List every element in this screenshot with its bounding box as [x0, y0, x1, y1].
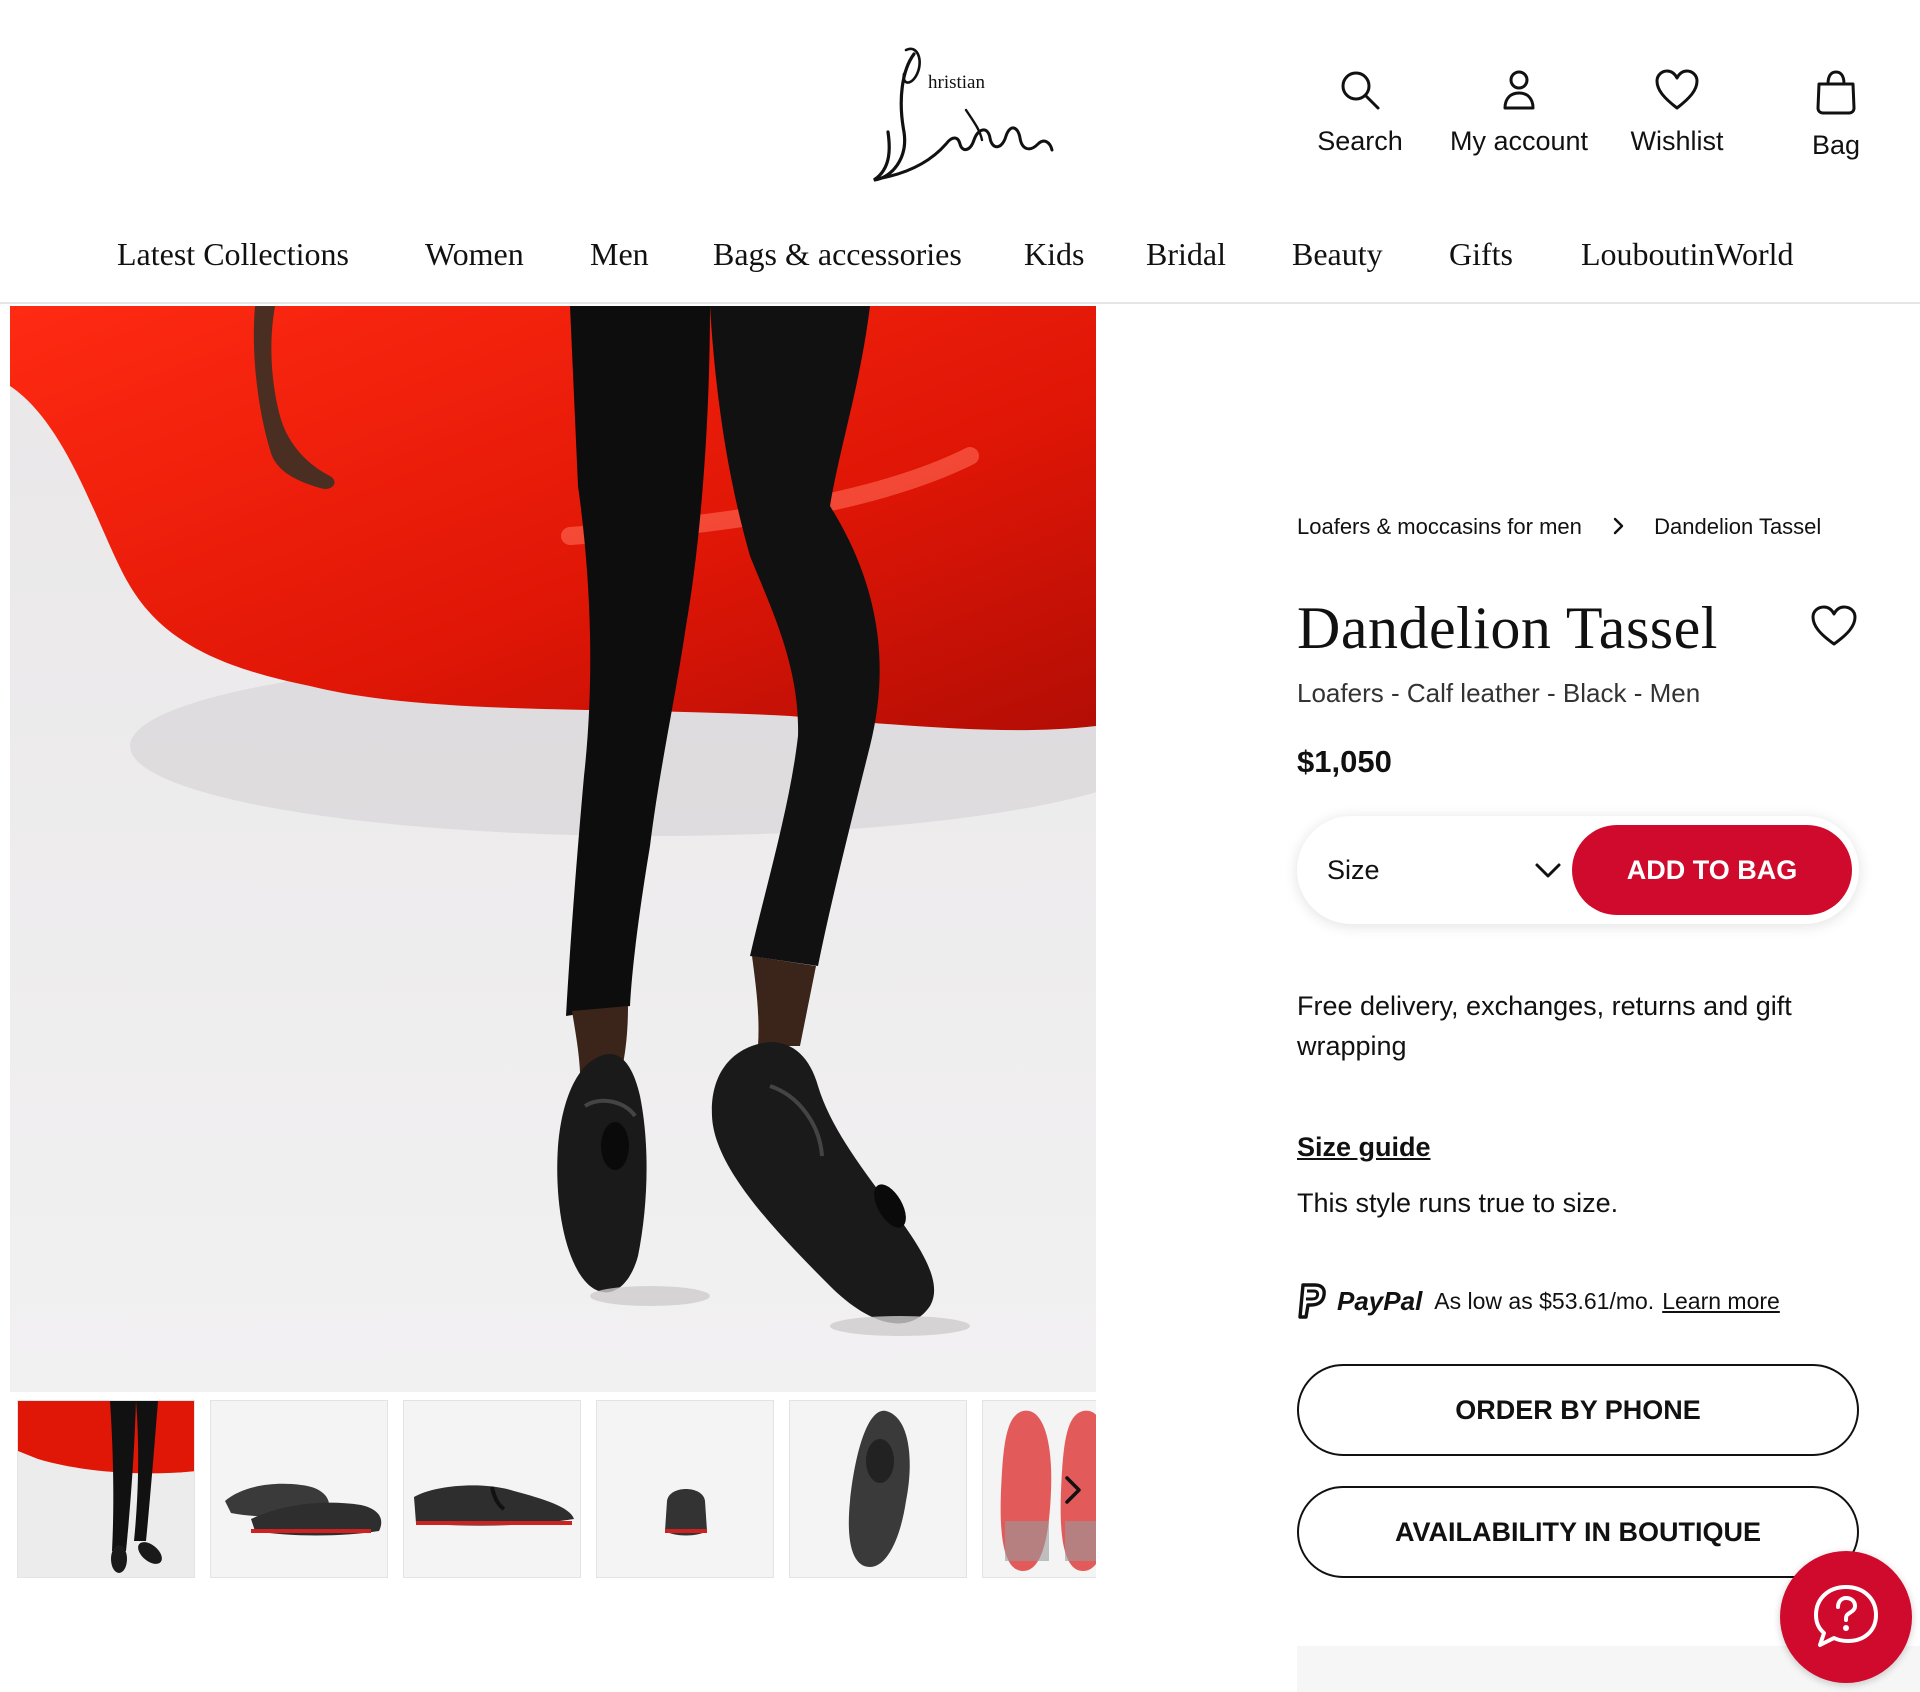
nav-item-men[interactable]: Men [590, 236, 649, 273]
paypal-brand: PayPal [1337, 1285, 1423, 1316]
nav-item-bags-accessories[interactable]: Bags & accessories [713, 236, 962, 273]
search-button[interactable]: Search [1275, 68, 1445, 157]
wishlist-button[interactable]: Wishlist [1592, 68, 1762, 157]
nav-item-louboutinworld[interactable]: LouboutinWorld [1581, 236, 1794, 273]
search-label: Search [1317, 126, 1403, 156]
nav-item-gifts[interactable]: Gifts [1449, 236, 1513, 273]
site-header: hristian Search My account Wishlist Bag … [0, 0, 1920, 304]
paypal-financing: PayPal As low as $53.61/mo. Learn more [1297, 1282, 1780, 1320]
nav-item-beauty[interactable]: Beauty [1292, 236, 1383, 273]
delivery-info: Free delivery, exchanges, returns and gi… [1297, 991, 1792, 1061]
nav-item-kids[interactable]: Kids [1024, 236, 1084, 273]
product-main-image[interactable] [10, 306, 1096, 1392]
my-account-button[interactable]: My account [1434, 68, 1604, 157]
main-navigation: Latest Collections Women Men Bags & acce… [0, 236, 1920, 276]
help-chat-button[interactable] [1780, 1551, 1912, 1683]
thumbnail-strip [10, 1400, 1096, 1580]
breadcrumb-current: Dandelion Tassel [1654, 514, 1822, 539]
thumbnail-2[interactable] [210, 1400, 388, 1578]
chevron-right-icon [1065, 1476, 1081, 1504]
breadcrumb: Loafers & moccasins for men Dandelion Ta… [1297, 514, 1821, 541]
product-title: Dandelion Tassel [1297, 595, 1718, 661]
breadcrumb-parent-link[interactable]: Loafers & moccasins for men [1297, 514, 1582, 539]
product-price: $1,050 [1297, 744, 1392, 779]
brand-logo[interactable]: hristian [862, 40, 1062, 190]
availability-in-boutique-button[interactable]: AVAILABILITY IN BOUTIQUE [1297, 1486, 1859, 1578]
add-to-bag-button[interactable]: ADD TO BAG [1572, 825, 1852, 915]
thumbnail-5[interactable] [789, 1400, 967, 1578]
paypal-logo: PayPal [1297, 1283, 1422, 1319]
bag-label: Bag [1811, 130, 1861, 160]
paypal-learn-more-link[interactable]: Learn more [1662, 1288, 1780, 1315]
purchase-bar: Size ADD TO BAG [1297, 816, 1859, 924]
fit-note: This style runs true to size. [1297, 1188, 1619, 1218]
order-by-phone-button[interactable]: ORDER BY PHONE [1297, 1364, 1859, 1456]
heart-icon [1811, 605, 1857, 646]
size-guide-link[interactable]: Size guide [1297, 1132, 1431, 1163]
size-dropdown[interactable]: Size [1327, 816, 1561, 924]
chevron-down-icon [1535, 863, 1561, 878]
nav-item-bridal[interactable]: Bridal [1146, 236, 1226, 273]
chevron-right-icon [1612, 515, 1626, 541]
my-account-label: My account [1449, 126, 1589, 156]
brand-logo-small-text: hristian [928, 72, 985, 93]
thumbnail-3[interactable] [403, 1400, 581, 1578]
thumbnail-4[interactable] [596, 1400, 774, 1578]
nav-item-latest-collections[interactable]: Latest Collections [117, 236, 349, 273]
size-dropdown-label: Size [1327, 854, 1380, 885]
search-icon [1341, 71, 1380, 110]
product-subtitle: Loafers - Calf leather - Black - Men [1297, 678, 1701, 708]
thumbnail-1[interactable] [17, 1400, 195, 1578]
bag-button[interactable]: Bag [1751, 68, 1920, 161]
heart-icon [1655, 69, 1699, 110]
wishlist-label: Wishlist [1630, 126, 1724, 156]
add-to-wishlist-button[interactable] [1810, 604, 1858, 648]
user-icon [1503, 70, 1535, 110]
help-chat-icon [1814, 1585, 1878, 1647]
paypal-text: As low as $53.61/mo. [1434, 1287, 1655, 1314]
paypal-icon [1298, 1283, 1326, 1319]
nav-item-women[interactable]: Women [425, 236, 524, 273]
bag-icon [1816, 70, 1856, 115]
gallery-next-button[interactable] [1055, 1472, 1091, 1508]
